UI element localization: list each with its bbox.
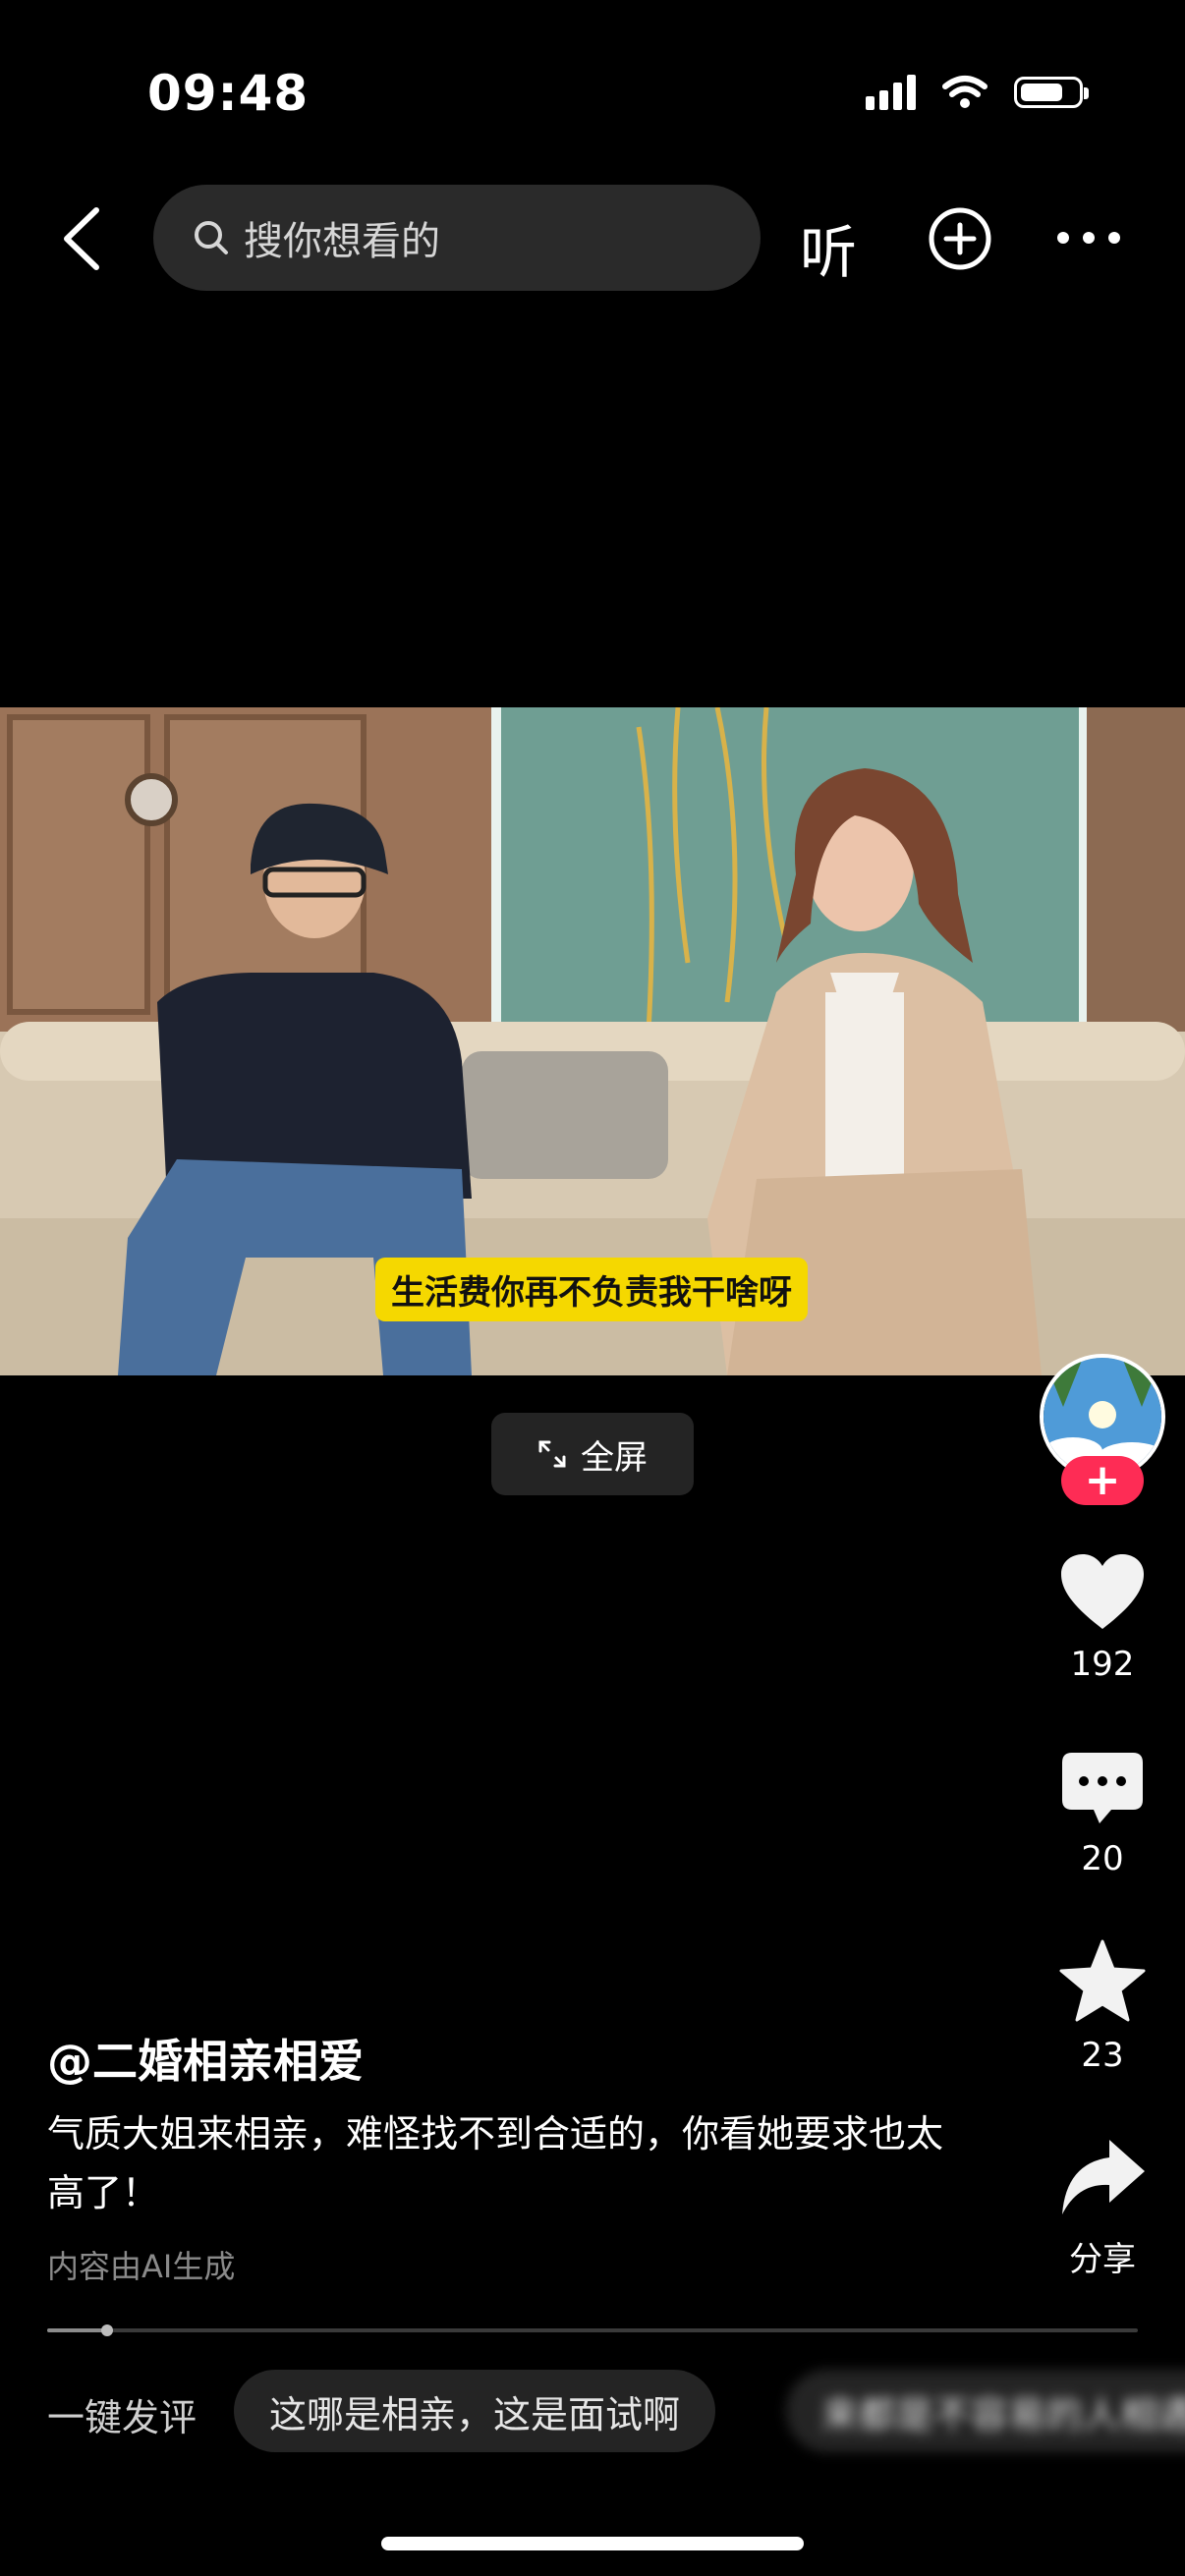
status-icons (866, 75, 1089, 110)
favorite-button[interactable]: 23 (1040, 1939, 1165, 2075)
author-name[interactable]: @二婚相亲相爱 (47, 2026, 364, 2091)
search-input[interactable]: 搜你想看的 (153, 185, 761, 291)
share-icon (1062, 2140, 1145, 2214)
quick-comment-chip[interactable]: 来都是不容易的人相遇 (786, 2370, 1185, 2452)
comment-button[interactable]: 20 (1040, 1751, 1165, 1878)
search-icon (195, 221, 228, 254)
favorite-count: 23 (1081, 2036, 1124, 2075)
quick-comment-chip[interactable]: 这哪是相亲，这是面试啊 (234, 2370, 716, 2452)
like-count: 192 (1070, 1645, 1135, 1684)
add-icon[interactable] (928, 206, 992, 271)
status-time: 09:48 (147, 65, 310, 122)
ai-generated-note: 内容由AI生成 (47, 2248, 236, 2285)
video-description: 气质大姐来相亲，难怪找不到合适的，你看她要求也太高了！ (47, 2112, 944, 2214)
follow-button[interactable]: + (1061, 1456, 1144, 1505)
comment-icon (1062, 1753, 1143, 1823)
search-placeholder: 搜你想看的 (244, 219, 440, 264)
comment-count: 20 (1081, 1839, 1124, 1878)
more-icon[interactable] (1057, 232, 1120, 244)
home-indicator (381, 2537, 804, 2550)
battery-icon (1014, 77, 1089, 108)
fullscreen-button[interactable]: 全屏 (491, 1413, 694, 1495)
heart-icon (1061, 1554, 1144, 1629)
progress-knob[interactable] (101, 2324, 114, 2336)
video-subtitle: 生活费你再不负责我干啥呀 (375, 1258, 808, 1321)
share-button[interactable]: 分享 (1040, 2136, 1165, 2280)
fullscreen-label: 全屏 (581, 1437, 648, 1478)
video-progress-bar[interactable] (47, 2324, 1138, 2336)
star-icon (1059, 1939, 1146, 2022)
share-label: 分享 (1069, 2240, 1136, 2279)
progress-fill (47, 2328, 108, 2332)
wifi-icon (942, 76, 988, 108)
like-button[interactable]: 192 (1040, 1552, 1165, 1684)
quick-comment-label: 一键发评 (47, 2396, 198, 2439)
expand-icon (538, 1440, 566, 1468)
signal-icon (866, 75, 916, 110)
listen-button[interactable]: 听 (800, 206, 857, 289)
back-icon[interactable] (59, 206, 104, 271)
